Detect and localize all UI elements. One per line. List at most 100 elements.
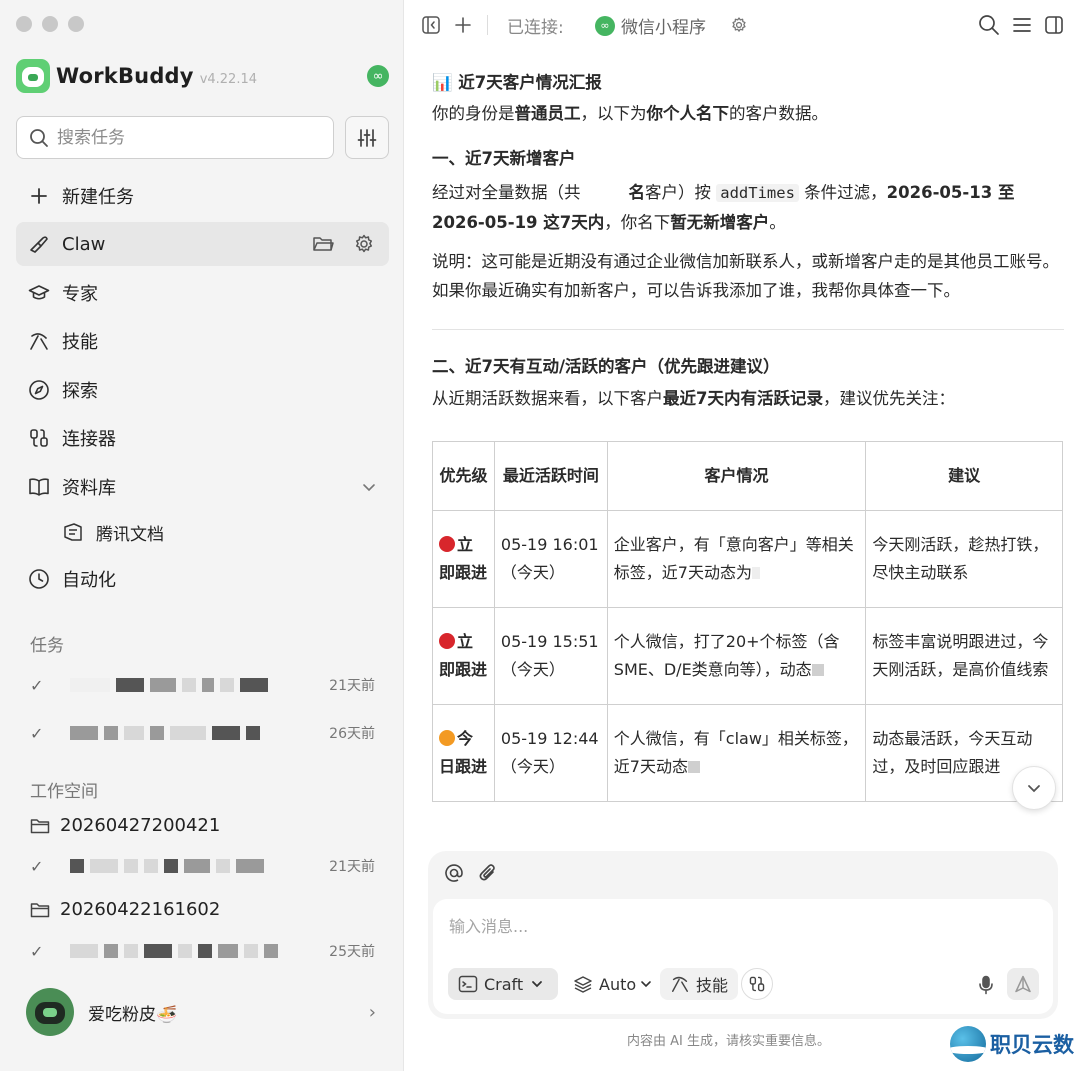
table-row: 立即跟进 05-19 16:01（今天） 企业客户，有「意向客户」等相关标签，近… <box>432 510 1063 608</box>
folder-open-icon[interactable] <box>312 233 334 255</box>
workspace-name: 20260422161602 <box>60 899 221 920</box>
connector-icon <box>748 975 766 993</box>
connected-label: 已连接: <box>507 18 564 38</box>
task-item[interactable]: ✓ 26天前 <box>16 713 389 753</box>
user-profile[interactable]: 爱吃粉皮🍜 › <box>26 988 386 1036</box>
list-icon[interactable] <box>1010 13 1034 37</box>
redacted-task-title <box>70 944 300 958</box>
redacted-task-title <box>70 678 300 692</box>
model-label: Auto <box>599 974 637 994</box>
close-window-button[interactable] <box>16 16 32 32</box>
avatar <box>26 988 74 1036</box>
section-1-title: 一、近7天新增客户 <box>432 149 576 168</box>
message-input[interactable] <box>449 913 1029 943</box>
toolbar-divider <box>487 15 488 35</box>
nav-label: 专家 <box>62 284 98 305</box>
chevron-down-icon <box>531 978 543 990</box>
priority-cell: 今日跟进 <box>432 704 495 802</box>
task-time: 21天前 <box>329 678 375 694</box>
link-icon: ∞ <box>595 15 615 36</box>
skills-button[interactable]: 技能 <box>660 968 739 1000</box>
code-inline: addTimes <box>716 184 799 202</box>
sidebar: WorkBuddy v4.22.14 ∞ 新建任务 Claw <box>0 0 404 1071</box>
check-icon: ✓ <box>30 941 44 961</box>
task-item[interactable]: ✓ 25天前 <box>16 931 389 971</box>
microphone-icon[interactable] <box>978 975 994 995</box>
nav-experts[interactable]: 专家 <box>16 271 389 315</box>
watermark: 职贝云数 <box>950 1026 1074 1062</box>
mode-selector[interactable]: Craft <box>448 968 558 1000</box>
panel-toggle-icon[interactable] <box>1042 13 1066 37</box>
nav-new-task[interactable]: 新建任务 <box>16 174 389 218</box>
chevron-down-icon[interactable] <box>358 476 380 498</box>
terminal-icon <box>458 975 478 993</box>
task-item[interactable]: ✓ 21天前 <box>16 846 389 886</box>
pickaxe-icon <box>28 330 50 352</box>
nav-label: 技能 <box>62 332 98 353</box>
folder-icon <box>30 901 50 919</box>
table-header: 优先级 <box>432 441 495 511</box>
filter-button[interactable] <box>345 116 389 159</box>
mode-label: Craft <box>484 974 524 994</box>
redacted-task-title <box>70 726 300 740</box>
pickaxe-icon <box>670 974 690 994</box>
advice-cell: 今天刚活跃，趁热打铁，尽快主动联系 <box>865 510 1063 608</box>
new-chat-plus-icon[interactable] <box>451 13 475 37</box>
nav-skills[interactable]: 技能 <box>16 319 389 363</box>
divider <box>432 329 1064 330</box>
gear-icon[interactable] <box>353 233 375 255</box>
table-row: 今日跟进 05-19 12:44（今天） 个人微信，有「claw」相关标签，近7… <box>432 704 1063 802</box>
link-status-icon[interactable]: ∞ <box>367 65 389 87</box>
section-1-note: 说明：这可能是近期没有通过企业微信加新联系人，或新增客户走的是其他员工账号。如果… <box>432 252 1059 300</box>
watermark-text: 职贝云数 <box>990 1033 1074 1057</box>
advice-cell: 标签丰富说明跟进过，今天刚活跃，是高价值线索 <box>865 607 1063 705</box>
nav-tencent-docs[interactable]: 腾讯文档 <box>50 510 350 554</box>
report-title: 📊 近7天客户情况汇报 <box>432 73 602 92</box>
mini-program-connection[interactable]: ∞ 微信小程序 <box>595 13 706 38</box>
model-selector[interactable]: Auto <box>563 968 662 1000</box>
sidebar-toggle-icon[interactable] <box>419 13 443 37</box>
app-version: v4.22.14 <box>199 71 258 87</box>
search-box <box>16 116 334 159</box>
workspace-section-label: 工作空间 <box>30 782 98 802</box>
table-row: 立即跟进 05-19 15:51（今天） 个人微信，打了20+个标签（含SME、… <box>432 607 1063 705</box>
chevron-right-icon: › <box>368 1001 376 1023</box>
at-mention-icon[interactable] <box>444 863 464 883</box>
search-icon[interactable] <box>977 13 1001 37</box>
brand: WorkBuddy v4.22.14 <box>16 58 257 94</box>
orange-circle-icon <box>439 730 455 746</box>
nav-label: 资料库 <box>62 478 116 499</box>
minimize-window-button[interactable] <box>42 16 58 32</box>
nav-automation[interactable]: 自动化 <box>16 557 389 601</box>
task-item[interactable]: ✓ 21天前 <box>16 665 389 705</box>
nav-label: 新建任务 <box>62 187 134 208</box>
message-composer: Craft Auto 技能 <box>428 851 1058 1019</box>
situation-cell: 个人微信，打了20+个标签（含SME、D/E类意向等），动态 <box>606 607 867 705</box>
window-controls <box>16 16 84 32</box>
nav-label: 连接器 <box>62 429 116 450</box>
task-time: 21天前 <box>329 859 375 875</box>
nav-library[interactable]: 资料库 <box>16 465 389 509</box>
nav-explore[interactable]: 探索 <box>16 368 389 412</box>
send-button[interactable] <box>1007 968 1039 1000</box>
workspace-folder[interactable]: 20260422161602 <box>30 899 220 920</box>
nav-claw[interactable]: Claw <box>16 222 389 266</box>
task-time: 26天前 <box>329 726 375 742</box>
intro-paragraph: 你的身份是普通员工，以下为你个人名下的客户数据。 <box>432 104 828 123</box>
situation-cell: 个人微信，有「claw」相关标签，近7天动态 <box>606 704 867 802</box>
maximize-window-button[interactable] <box>68 16 84 32</box>
app-window: WorkBuddy v4.22.14 ∞ 新建任务 Claw <box>0 0 1080 1071</box>
scroll-to-bottom-button[interactable] <box>1012 766 1056 810</box>
nav-connectors[interactable]: 连接器 <box>16 416 389 460</box>
search-input[interactable] <box>57 127 297 148</box>
gear-icon[interactable] <box>727 13 751 37</box>
document-icon <box>62 521 84 543</box>
paperclip-icon[interactable] <box>478 863 498 883</box>
compass-icon <box>28 379 50 401</box>
nav-label: Claw <box>62 233 106 255</box>
section-2-title: 二、近7天有互动/活跃的客户（优先跟进建议） <box>432 357 780 376</box>
username: 爱吃粉皮🍜 <box>88 1004 178 1025</box>
workspace-folder[interactable]: 20260427200421 <box>30 815 220 836</box>
tasks-section-label: 任务 <box>30 636 64 656</box>
connector-button[interactable] <box>741 968 773 1000</box>
